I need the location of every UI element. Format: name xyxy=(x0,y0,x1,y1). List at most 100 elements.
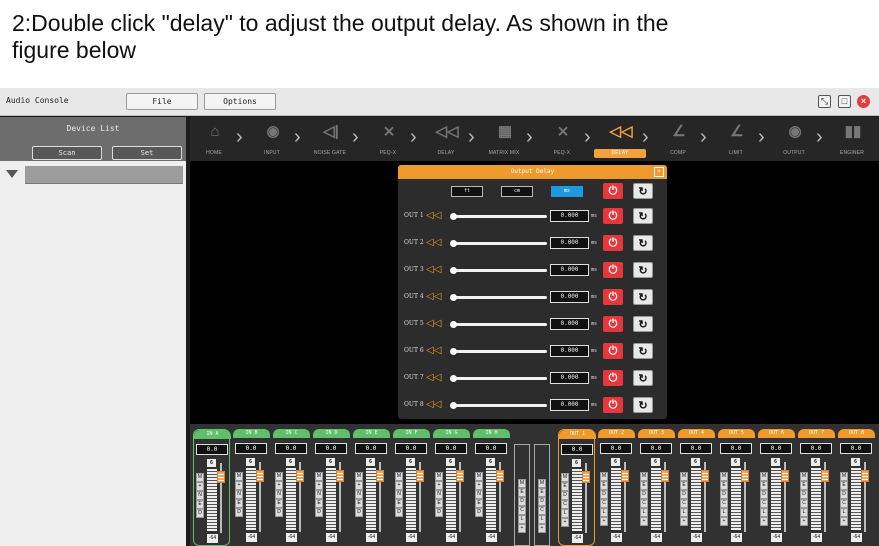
channel-button-M[interactable]: M xyxy=(561,473,569,482)
delay-slider[interactable] xyxy=(452,269,547,272)
channel-button-M[interactable]: M xyxy=(840,472,848,481)
reset-icon[interactable]: ↻ xyxy=(633,235,653,251)
channel-button-D[interactable]: D xyxy=(600,490,608,499)
channel-button-M[interactable]: M xyxy=(800,472,808,481)
channel-button-M[interactable]: M xyxy=(395,472,403,481)
channel-button-D[interactable]: D xyxy=(475,508,483,517)
delay-value-field[interactable]: 0.000 xyxy=(550,399,589,411)
power-icon[interactable]: ⏻ xyxy=(603,370,623,386)
fader-handle[interactable] xyxy=(861,470,869,482)
channel-button-+[interactable]: + xyxy=(840,517,848,526)
delay-value-field[interactable]: 0.000 xyxy=(550,210,589,222)
channel-button-L[interactable]: L xyxy=(840,508,848,517)
flow-item-delay[interactable]: ◁◁ DELAY xyxy=(594,117,646,161)
delay-slider[interactable] xyxy=(452,296,547,299)
channel-gain-value[interactable]: 0.0 xyxy=(720,443,752,454)
channel-button-E[interactable]: E xyxy=(561,482,569,491)
maximize-icon[interactable]: □ xyxy=(838,95,851,108)
channel-button-E[interactable]: E xyxy=(760,481,768,490)
reset-icon[interactable]: ↻ xyxy=(633,316,653,332)
channel-gain-value[interactable]: 0.0 xyxy=(840,443,872,454)
channel-button-L[interactable]: L xyxy=(680,508,688,517)
flow-item-peq-x[interactable]: ⨯ PEQ-X xyxy=(544,117,580,161)
fader-handle[interactable] xyxy=(621,470,629,482)
channel-button-E[interactable]: E xyxy=(640,481,648,490)
flow-item-input[interactable]: ◉ INPUT xyxy=(254,117,290,161)
channel-button-+[interactable]: + xyxy=(800,517,808,526)
flow-item-home[interactable]: ⌂ HOME xyxy=(196,117,232,161)
channel-button-D[interactable]: D xyxy=(395,508,403,517)
channel-button-+[interactable]: + xyxy=(680,517,688,526)
channel-button-N[interactable]: N xyxy=(395,490,403,499)
reset-icon[interactable]: ↻ xyxy=(633,343,653,359)
channel-button-M[interactable]: M xyxy=(275,472,283,481)
channel-button-E[interactable]: E xyxy=(840,481,848,490)
channel-gain-value[interactable]: 0.0 xyxy=(640,443,672,454)
channel-button-L[interactable]: L xyxy=(800,508,808,517)
channel-button-C[interactable]: C xyxy=(720,499,728,508)
channel-button-D[interactable]: D xyxy=(235,508,243,517)
channel-button-D[interactable]: D xyxy=(561,491,569,500)
chevron-down-icon[interactable] xyxy=(6,170,18,178)
channel-button-E[interactable]: E xyxy=(680,481,688,490)
channel-button-C[interactable]: C xyxy=(640,499,648,508)
channel-name[interactable]: IN G xyxy=(433,429,470,438)
channel-button-+[interactable]: + xyxy=(561,518,569,527)
channel-button-D[interactable]: D xyxy=(196,509,204,518)
scan-button[interactable]: Scan xyxy=(32,146,102,160)
channel-button-E[interactable]: E xyxy=(720,481,728,490)
channel-button-M[interactable]: M xyxy=(760,472,768,481)
channel-button-+[interactable]: + xyxy=(435,481,443,490)
channel-button-L[interactable]: L xyxy=(640,508,648,517)
channel-button-E[interactable]: E xyxy=(355,499,363,508)
power-icon[interactable]: ⏻ xyxy=(603,343,623,359)
channel-button-C[interactable]: C xyxy=(840,499,848,508)
fader-handle[interactable] xyxy=(336,470,344,482)
delay-slider-handle[interactable] xyxy=(450,213,457,220)
channel-name[interactable]: OUT 7 xyxy=(798,429,835,438)
stereo-button-L[interactable]: L xyxy=(538,515,546,524)
channel-button-M[interactable]: M xyxy=(235,472,243,481)
channel-button-+[interactable]: + xyxy=(720,517,728,526)
channel-gain-value[interactable]: 0.0 xyxy=(475,443,507,454)
fader-handle[interactable] xyxy=(661,470,669,482)
stereo-button-+[interactable]: + xyxy=(538,524,546,533)
channel-button-E[interactable]: E xyxy=(475,499,483,508)
delay-slider-handle[interactable] xyxy=(450,348,457,355)
fader-handle[interactable] xyxy=(821,470,829,482)
channel-button-C[interactable]: C xyxy=(800,499,808,508)
channel-button-E[interactable]: E xyxy=(800,481,808,490)
fader-handle[interactable] xyxy=(456,470,464,482)
channel-button-D[interactable]: D xyxy=(355,508,363,517)
channel-button-L[interactable]: L xyxy=(720,508,728,517)
channel-gain-value[interactable]: 0.0 xyxy=(315,443,347,454)
channel-button-E[interactable]: E xyxy=(315,499,323,508)
stereo-button-+[interactable]: + xyxy=(518,524,526,533)
flow-item-comp[interactable]: ∠ COMP xyxy=(660,117,696,161)
channel-button-M[interactable]: M xyxy=(475,472,483,481)
unit-ft-button[interactable]: ft xyxy=(451,186,483,197)
channel-gain-value[interactable]: 0.0 xyxy=(196,444,228,455)
channel-button-E[interactable]: E xyxy=(196,500,204,509)
power-icon[interactable]: ⏻ xyxy=(603,183,623,199)
channel-button-D[interactable]: D xyxy=(680,490,688,499)
channel-button-+[interactable]: + xyxy=(275,481,283,490)
channel-button-M[interactable]: M xyxy=(640,472,648,481)
channel-gain-value[interactable]: 0.0 xyxy=(680,443,712,454)
channel-button-+[interactable]: + xyxy=(760,517,768,526)
stereo-button-M[interactable]: M xyxy=(538,479,546,488)
fader-handle[interactable] xyxy=(582,471,590,483)
channel-gain-value[interactable]: 0.0 xyxy=(395,443,427,454)
channel-button-+[interactable]: + xyxy=(235,481,243,490)
stereo-button-C[interactable]: C xyxy=(518,506,526,515)
flow-item-delay[interactable]: ◁◁ DELAY xyxy=(428,117,464,161)
delay-value-field[interactable]: 0.000 xyxy=(550,291,589,303)
channel-button-D[interactable]: D xyxy=(640,490,648,499)
channel-button-D[interactable]: D xyxy=(275,508,283,517)
channel-button-N[interactable]: N xyxy=(315,490,323,499)
channel-button-+[interactable]: + xyxy=(640,517,648,526)
channel-name[interactable]: IN E xyxy=(353,429,390,438)
power-icon[interactable]: ⏻ xyxy=(603,397,623,413)
flow-item-enginer[interactable]: ▮▮ ENGINER xyxy=(834,117,870,161)
delay-slider-handle[interactable] xyxy=(450,267,457,274)
